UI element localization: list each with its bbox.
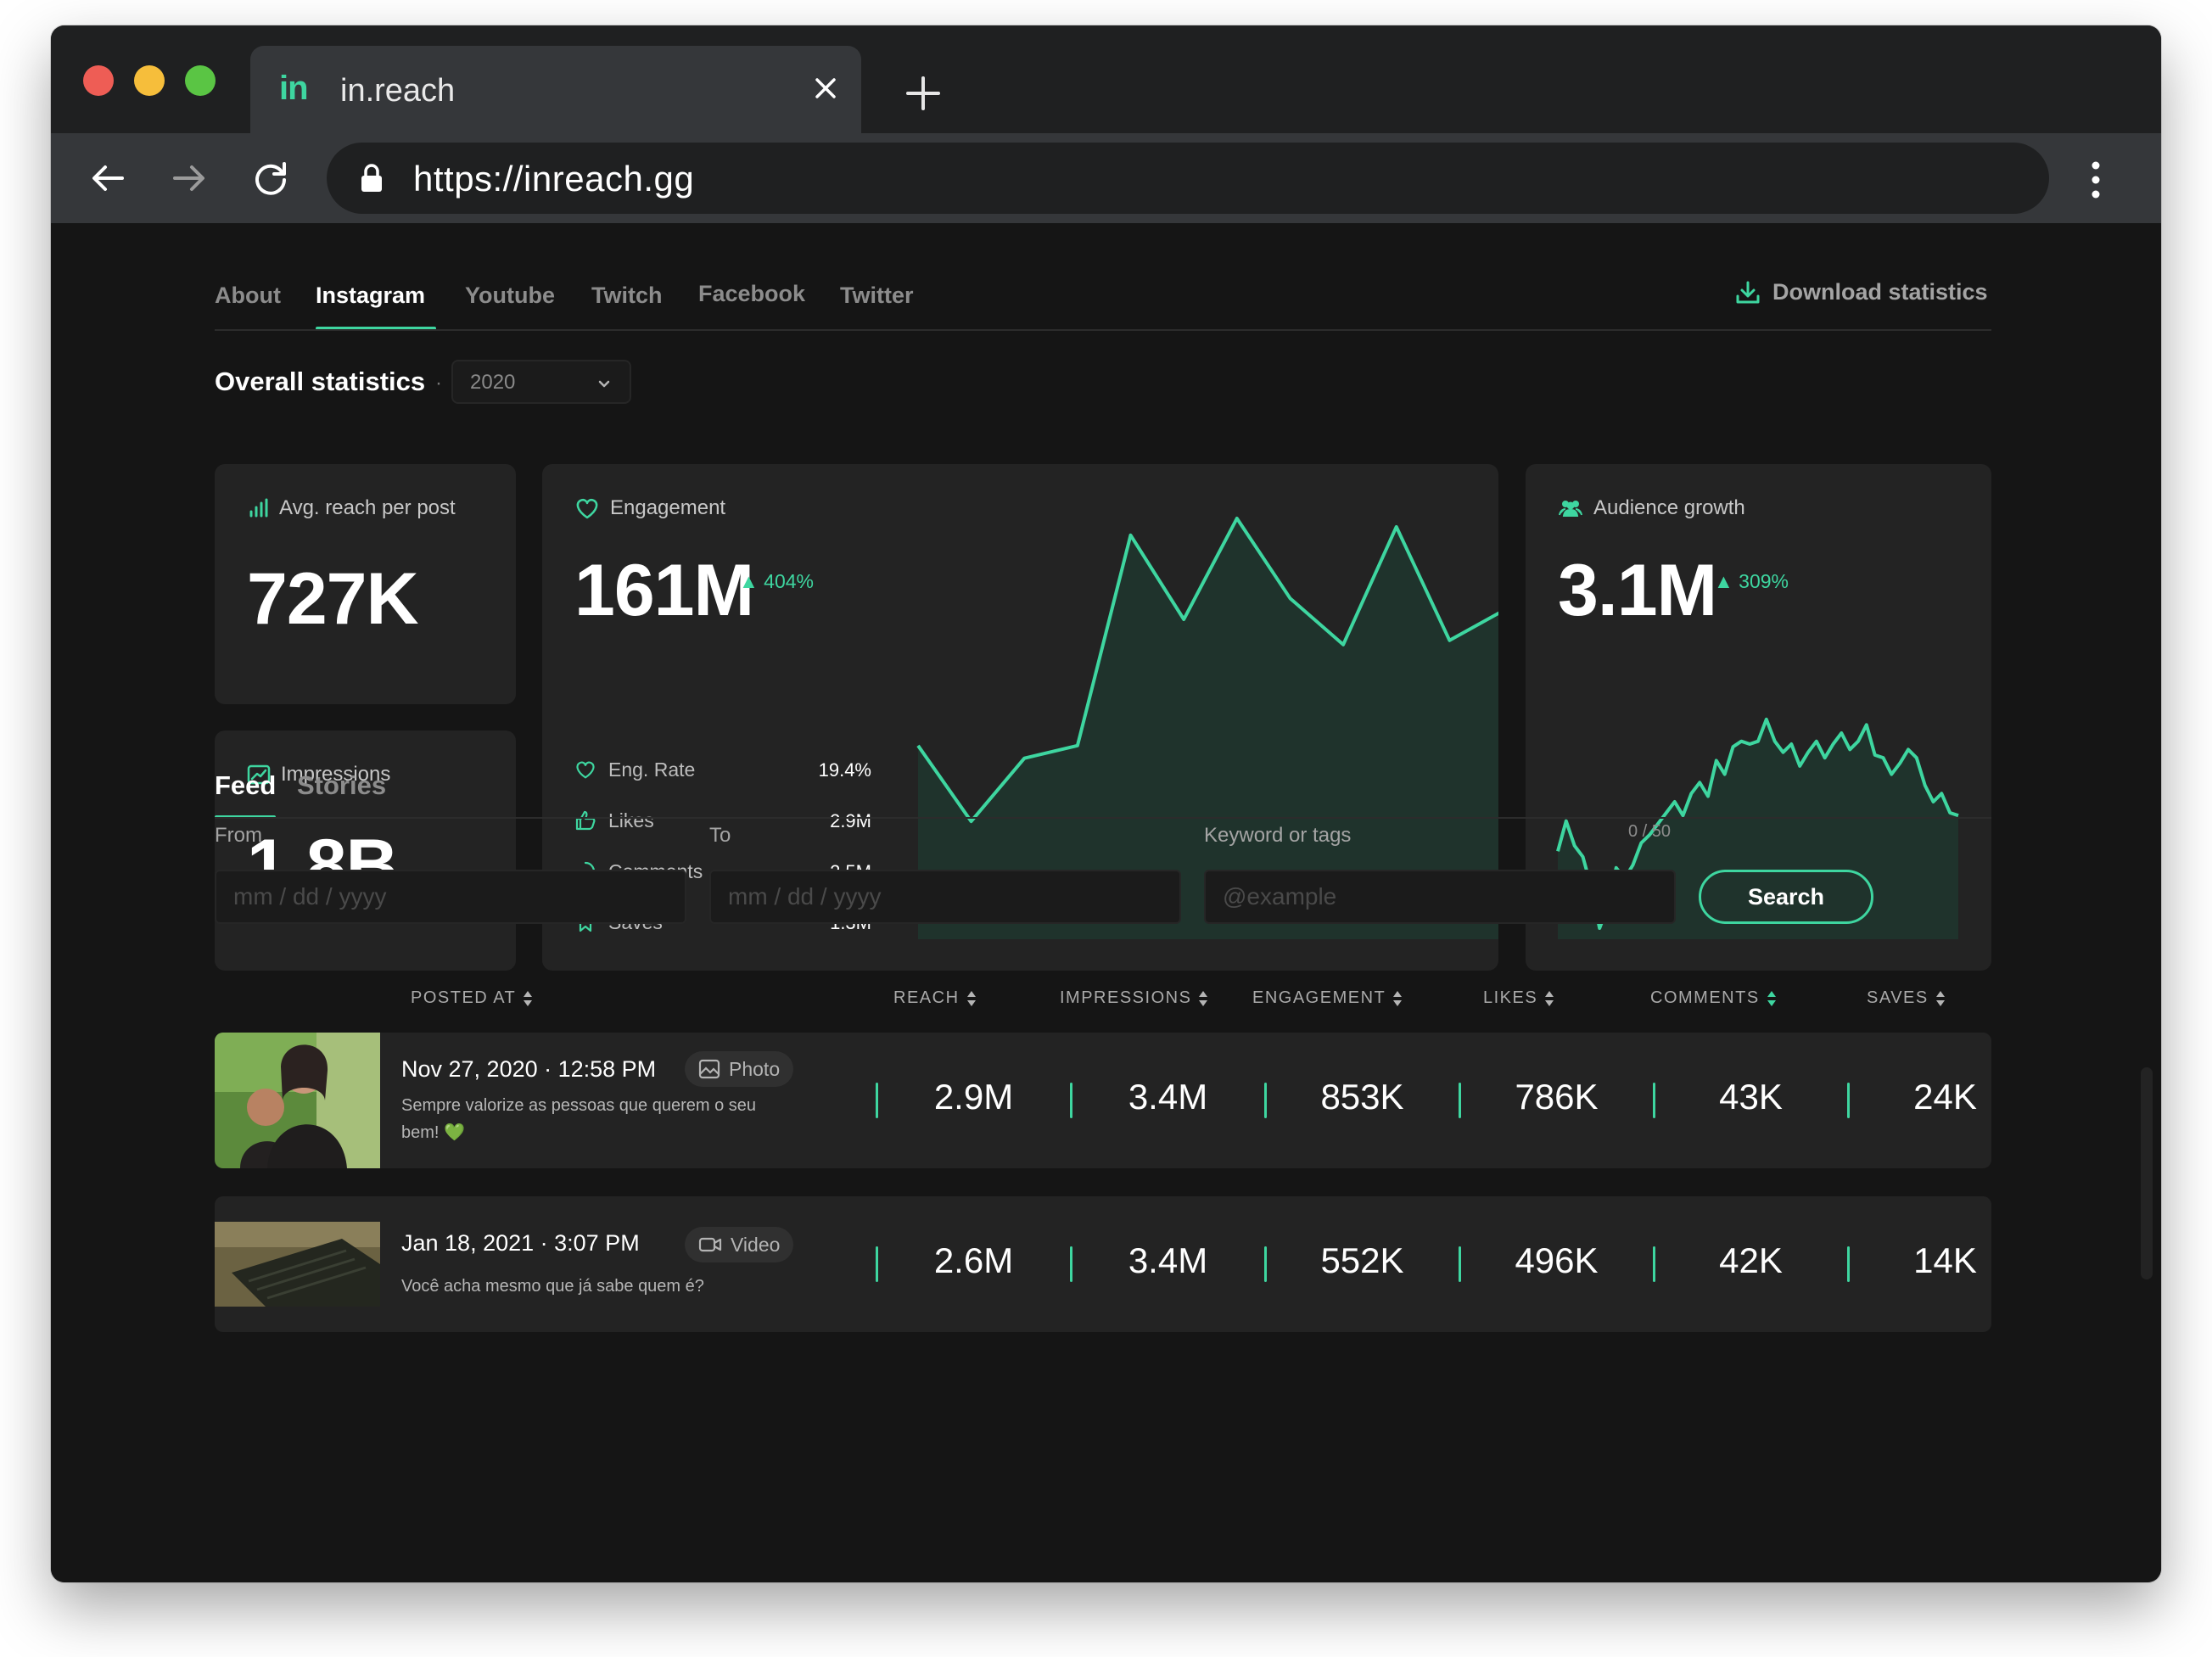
likes-value: 786K [1515,1077,1599,1117]
tabs-divider [215,329,1991,331]
column-comments-label: COMMENTS [1650,988,1760,1007]
navigation-bar: https://inreach.gg [51,133,2161,223]
engagement-value: 853K [1320,1077,1404,1117]
from-label: From [215,824,262,847]
post-date: Jan 18, 2021 · 3:07 PM [401,1230,640,1256]
download-statistics-button[interactable]: Download statistics [1735,279,1988,305]
column-likes-label: LIKES [1483,988,1538,1007]
column-impressions[interactable]: IMPRESSIONS [1060,988,1208,1008]
new-tab-icon[interactable] [899,70,947,117]
tab-title: in.reach [340,73,456,109]
column-posted-at[interactable]: POSTED AT [411,988,533,1008]
impressions-value: 3.4M [1128,1240,1208,1280]
column-comments[interactable]: COMMENTS [1650,988,1777,1008]
browser-window: in in.reach https://inreach.gg About Ins… [51,25,2161,1582]
saves-value: 24K [1913,1077,1977,1117]
sort-icon [1545,990,1554,1006]
tab-twitch[interactable]: Twitch [591,283,663,309]
reach-value: 2.9M [933,1077,1014,1117]
tab-youtube[interactable]: Youtube [465,283,555,309]
tab-stories[interactable]: Stories [297,770,386,801]
reload-icon[interactable] [248,155,294,201]
keyword-input[interactable] [1204,870,1676,924]
media-type-label: Photo [729,1057,781,1080]
separator-dot: · [435,372,442,395]
inreach-logo-icon: in [279,70,309,107]
column-reach-label: REACH [893,988,960,1007]
video-icon [698,1237,722,1252]
tab-about[interactable]: About [215,283,281,309]
avg-reach-label: Avg. reach per post [247,496,456,520]
browser-menu-icon[interactable] [2087,160,2104,199]
likes-value: 496K [1515,1240,1599,1280]
photo-icon [698,1059,720,1079]
media-type-label: Video [731,1233,781,1256]
close-window-button[interactable] [83,65,114,96]
close-tab-icon[interactable] [809,71,843,105]
search-button[interactable]: Search [1699,870,1873,924]
post-caption: Sempre valorize as pessoas que querem o … [401,1096,757,1142]
media-type-badge: Photo [685,1051,794,1087]
sort-icon [1199,990,1208,1006]
column-saves-label: SAVES [1867,988,1929,1007]
to-label: To [709,824,731,847]
bar-chart-icon [249,498,268,518]
column-posted-at-label: POSTED AT [411,988,517,1007]
table-row[interactable]: Nov 27, 2020 · 12:58 PM Photo Sempre val… [215,1033,1991,1168]
download-label: Download statistics [1772,279,1988,305]
year-select[interactable]: 2020 [451,360,631,404]
address-bar[interactable]: https://inreach.gg [327,143,2049,214]
engagement-value: 552K [1320,1240,1404,1280]
sort-icon [1767,990,1776,1006]
tab-instagram[interactable]: Instagram [316,283,425,309]
sort-icon [1393,990,1403,1006]
tab-facebook[interactable]: Facebook [698,281,805,307]
table-row[interactable]: Jan 18, 2021 · 3:07 PM Video Você acha m… [215,1196,1991,1332]
maximize-window-button[interactable] [185,65,216,96]
column-engagement[interactable]: ENGAGEMENT [1252,988,1403,1008]
sort-icon [524,990,533,1006]
avg-reach-label-text: Avg. reach per post [279,496,456,519]
column-saves[interactable]: SAVES [1867,988,1946,1008]
avg-reach-value: 727K [247,558,419,640]
sort-icon [966,990,976,1006]
sort-icon [1935,990,1945,1006]
media-type-badge: Video [685,1227,794,1262]
post-caption: Você acha mesmo que já sabe quem é? [401,1277,704,1296]
from-date-input[interactable] [215,870,686,924]
post-date: Nov 27, 2020 · 12:58 PM [401,1056,657,1082]
lock-icon [361,164,382,192]
avg-reach-card: Avg. reach per post 727K [215,464,516,704]
section-title: Overall statistics [215,367,426,396]
page-scrollbar[interactable] [2141,1067,2153,1279]
page-content: About Instagram Youtube Twitch Facebook … [51,223,2161,1582]
column-likes[interactable]: LIKES [1483,988,1554,1008]
tab-bar: in in.reach [51,25,2161,133]
column-engagement-label: ENGAGEMENT [1252,988,1386,1007]
column-impressions-label: IMPRESSIONS [1060,988,1192,1007]
chevron-down-icon [598,380,610,388]
keyword-label: Keyword or tags [1204,824,1352,847]
download-icon [1736,281,1760,303]
browser-tab[interactable]: in in.reach [250,46,861,133]
keyword-char-count: 0 / 50 [1628,822,1672,841]
reach-value: 2.6M [933,1240,1014,1280]
column-reach[interactable]: REACH [893,988,977,1008]
feed-tabs-divider [215,817,1991,819]
saves-value: 14K [1913,1240,1977,1280]
tab-twitter[interactable]: Twitter [840,283,914,309]
forward-icon[interactable] [166,155,212,201]
minimize-window-button[interactable] [134,65,165,96]
comments-value: 43K [1719,1077,1783,1117]
back-icon[interactable] [85,155,131,201]
impressions-card: Impressions 1.8B [215,731,516,971]
post-thumbnail-photo [215,1033,380,1168]
impressions-value: 3.4M [1128,1077,1208,1117]
post-thumbnail-video [215,1222,380,1307]
url-text[interactable]: https://inreach.gg [413,159,694,199]
tab-feed[interactable]: Feed [215,770,276,801]
comments-value: 42K [1719,1240,1783,1280]
year-value: 2020 [470,371,516,394]
to-date-input[interactable] [709,870,1181,924]
